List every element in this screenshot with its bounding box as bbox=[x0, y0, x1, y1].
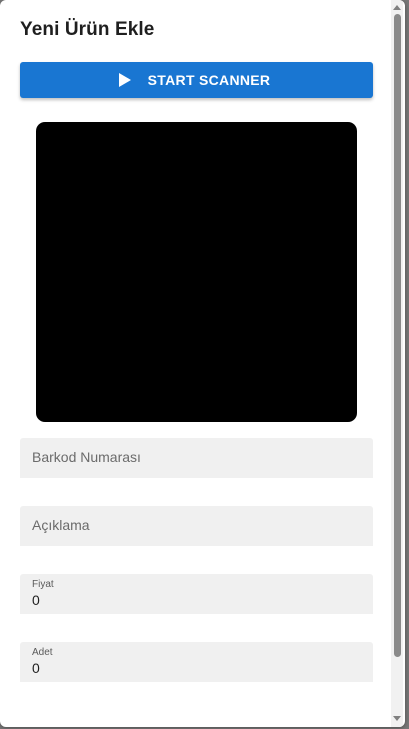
start-scanner-label: START SCANNER bbox=[147, 72, 271, 88]
scroll-up-arrow-icon[interactable] bbox=[393, 5, 401, 10]
description-field[interactable]: Açıklama bbox=[20, 506, 373, 546]
description-placeholder: Açıklama bbox=[32, 517, 90, 533]
start-scanner-button[interactable]: START SCANNER bbox=[20, 62, 373, 98]
quantity-field[interactable]: Adet 0 bbox=[20, 642, 373, 682]
vertical-scrollbar[interactable] bbox=[391, 0, 403, 727]
play-icon bbox=[118, 73, 131, 87]
price-value: 0 bbox=[32, 592, 40, 608]
price-label: Fiyat bbox=[32, 579, 54, 590]
barcode-placeholder: Barkod Numarası bbox=[32, 449, 141, 465]
quantity-value: 0 bbox=[32, 660, 40, 676]
quantity-label: Adet bbox=[32, 647, 53, 658]
scroll-down-arrow-icon[interactable] bbox=[393, 716, 401, 721]
camera-preview bbox=[36, 122, 357, 422]
barcode-field[interactable]: Barkod Numarası bbox=[20, 438, 373, 478]
add-product-dialog: Yeni Ürün Ekle START SCANNER Barkod Numa… bbox=[0, 0, 405, 727]
price-field[interactable]: Fiyat 0 bbox=[20, 574, 373, 614]
dialog-title: Yeni Ürün Ekle bbox=[20, 19, 155, 40]
scrollbar-thumb[interactable] bbox=[394, 14, 401, 657]
